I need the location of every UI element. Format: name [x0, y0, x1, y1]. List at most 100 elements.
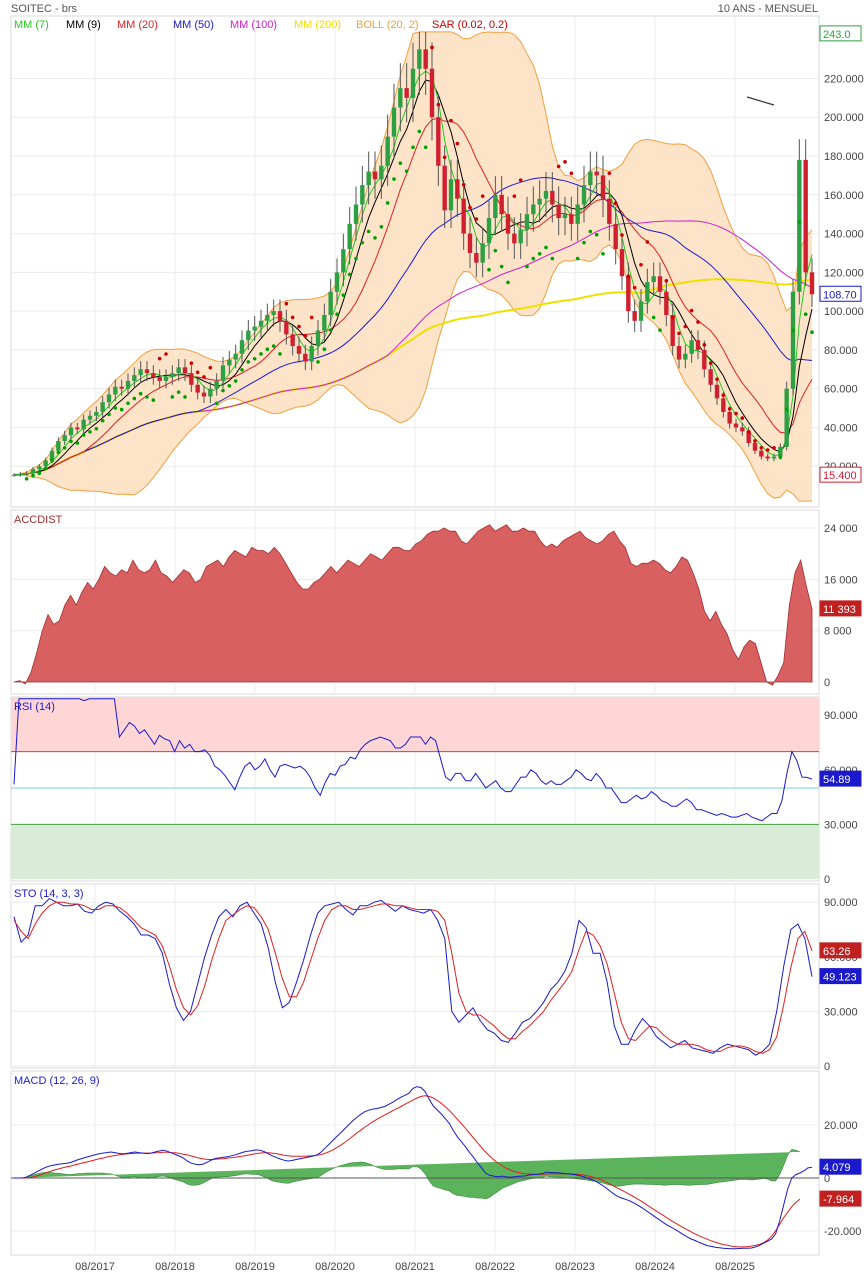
sar-dot — [62, 445, 67, 450]
y-tick-label: 90.000 — [824, 710, 858, 722]
candle-body — [702, 349, 707, 370]
candle-body — [417, 49, 422, 69]
sar-dot — [398, 161, 403, 165]
sar-dot — [506, 280, 510, 285]
sto-k-tag: 49.123 — [823, 972, 857, 984]
sar-dot — [696, 320, 700, 324]
candle-body — [258, 320, 264, 327]
candle-body — [334, 272, 340, 292]
candle-body — [645, 282, 650, 302]
candle-body — [176, 367, 181, 374]
sar-dot — [417, 129, 422, 134]
candle-body — [689, 340, 694, 354]
legend-item: MM (50) — [173, 19, 214, 31]
x-tick-label: 08/2019 — [235, 1261, 275, 1273]
sar-dot — [797, 220, 802, 224]
candle-body — [252, 326, 257, 331]
y-tick-label: 180.000 — [824, 151, 864, 163]
candle-body — [518, 229, 523, 244]
candle-body — [480, 243, 485, 263]
sar-dot — [613, 201, 618, 205]
sar-dot — [183, 395, 187, 399]
sar-dot — [449, 118, 453, 123]
candle-body — [809, 272, 815, 295]
sar-dot — [778, 455, 783, 460]
candle-body — [600, 175, 606, 199]
candle-body — [208, 388, 213, 397]
sar-dot — [81, 433, 86, 437]
sar-dot — [335, 312, 339, 317]
sar-dot — [138, 391, 143, 396]
sar-dot — [474, 217, 479, 221]
sar-dot — [126, 401, 130, 406]
sar-dot — [50, 458, 54, 463]
sto-label: STO (14, 3, 3) — [14, 888, 84, 900]
candle-body — [284, 320, 289, 335]
sar-dot — [100, 418, 105, 423]
sar-dot — [632, 285, 637, 290]
sar-dot — [493, 248, 498, 253]
candle-body — [543, 190, 549, 199]
sar-dot — [721, 393, 726, 397]
sar-dot — [518, 178, 523, 182]
candle-body — [632, 311, 637, 321]
y-tick-label: 140.000 — [824, 229, 864, 241]
sar-dot — [385, 201, 390, 205]
candle-body — [505, 214, 511, 234]
candle-body — [721, 398, 726, 412]
y-tick-label: 24 000 — [824, 523, 858, 535]
sar-dot — [113, 406, 118, 410]
candle-body — [81, 419, 86, 430]
sar-dot — [594, 232, 599, 237]
sar-dot — [56, 450, 61, 455]
legend-item: MM (20) — [117, 19, 158, 31]
candle-body — [366, 171, 371, 186]
candle-body — [771, 456, 777, 459]
candle-body — [619, 249, 625, 277]
candle-body — [410, 68, 416, 98]
sar-dot — [265, 347, 270, 352]
sar-dot — [132, 396, 137, 401]
candle-body — [30, 469, 36, 474]
candle-body — [113, 386, 118, 395]
candle-body — [106, 394, 112, 403]
y-tick-label: 100.000 — [824, 306, 864, 318]
candle-body — [132, 375, 137, 381]
candle-body — [195, 384, 200, 393]
candle-body — [442, 165, 447, 211]
candle-body — [429, 68, 435, 118]
candle-body — [765, 456, 770, 459]
candle-body — [385, 136, 390, 166]
y-tick-label: 0 — [824, 1061, 830, 1073]
sar-dot — [683, 324, 688, 329]
sar-dot — [588, 229, 593, 234]
sar-dot — [246, 360, 251, 364]
candle-body — [56, 441, 61, 451]
sar-dot — [233, 379, 238, 383]
candle-body — [512, 233, 517, 244]
candle-body — [581, 185, 587, 205]
y-tick-label: 0 — [824, 1173, 830, 1185]
sar-dot — [430, 45, 434, 50]
y-tick-label: -20.000 — [824, 1226, 861, 1238]
sar-dot — [651, 315, 656, 320]
sar-dot — [107, 412, 111, 417]
sar-dot — [284, 301, 289, 306]
sar-dot — [658, 328, 662, 332]
candle-body — [486, 218, 492, 244]
ticker-title: SOITEC - brs — [11, 3, 78, 15]
candle-body — [119, 386, 124, 389]
y-tick-label: 90.000 — [824, 897, 858, 909]
sar-dot — [525, 264, 529, 269]
candle-body — [670, 315, 675, 347]
sar-dot — [202, 375, 206, 379]
sar-dot — [404, 169, 409, 173]
sar-dot — [715, 377, 719, 381]
sar-dot — [75, 441, 80, 445]
sar-dot — [208, 365, 213, 370]
candle-body — [493, 194, 498, 219]
x-tick-label: 08/2020 — [315, 1261, 355, 1273]
sar-dot — [37, 471, 42, 476]
candle-body — [556, 204, 561, 219]
candle-body — [550, 190, 555, 205]
